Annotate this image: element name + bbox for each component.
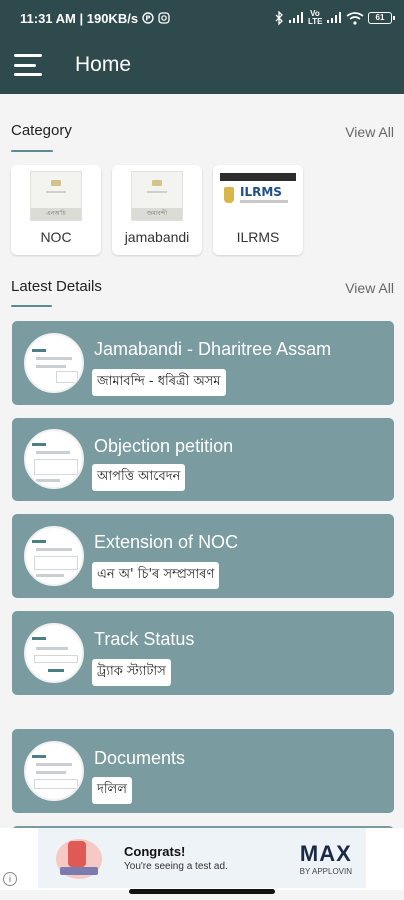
- card-title: Documents: [94, 748, 186, 768]
- instagram-icon: [158, 12, 170, 24]
- wifi-icon: [346, 11, 364, 25]
- category-view-all-button[interactable]: View All: [345, 122, 394, 140]
- svg-text:P: P: [145, 15, 150, 23]
- ad-subline: You're seeing a test ad.: [124, 861, 228, 872]
- category-list: এনঅ'চি NOC জমাবন্দী jamabandi ILRMS ILRM…: [11, 165, 303, 255]
- ilrms-logo: ILRMS: [220, 173, 296, 223]
- objection-thumbnail-icon: [24, 429, 84, 489]
- detail-card-track-status[interactable]: Track Status ট্ৰ্যাক স্ট্যাটাস: [12, 611, 394, 695]
- category-title: Category: [11, 122, 72, 139]
- card-title: Objection petition: [94, 436, 234, 456]
- card-subtitle: আপত্তি আবেদন: [92, 464, 186, 491]
- ad-headline: Congrats!: [124, 844, 186, 859]
- emblem-icon: [224, 187, 234, 203]
- card-subtitle: দলিল: [92, 777, 132, 804]
- card-title: Track Status: [94, 629, 195, 649]
- signal-icon: [288, 12, 304, 24]
- bluetooth-icon: [274, 11, 284, 25]
- noc-thumbnail: এনঅ'চি: [30, 171, 82, 221]
- latest-underline: [11, 305, 52, 307]
- latest-title: Latest Details: [11, 278, 102, 295]
- page-title: Home: [75, 53, 132, 76]
- category-card-ilrms[interactable]: ILRMS ILRMS: [213, 165, 303, 255]
- ad-text: Congrats! You're seeing a test ad.: [124, 844, 228, 872]
- documents-thumbnail-icon: [24, 741, 84, 801]
- category-label: ILRMS: [236, 229, 280, 245]
- category-underline: [11, 150, 53, 152]
- jamabandi-thumb-caption: জমাবন্দী: [132, 208, 182, 220]
- detail-card-extension-noc[interactable]: Extension of NOC এন অ' চি'ৰ সম্প্ৰসাৰণ: [12, 514, 394, 598]
- noc-thumb-caption: এনঅ'চি: [31, 208, 81, 220]
- ad-content[interactable]: Congrats! You're seeing a test ad. MAX B…: [38, 828, 366, 888]
- category-card-noc[interactable]: এনঅ'চি NOC: [11, 165, 101, 255]
- category-card-jamabandi[interactable]: জমাবন্দী jamabandi: [112, 165, 202, 255]
- status-time: 11:31 AM | 190KB/s: [20, 10, 139, 26]
- notification-icon: P: [142, 12, 154, 24]
- card-subtitle: এন অ' চি'ৰ সম্প্ৰসাৰণ: [92, 562, 220, 589]
- latest-view-all-button[interactable]: View All: [345, 278, 394, 296]
- category-label: jamabandi: [124, 229, 190, 245]
- category-header: Category View All: [11, 122, 394, 152]
- gesture-bar[interactable]: [129, 889, 275, 894]
- ad-brand-by: BY APPLOVIN: [299, 866, 352, 876]
- card-subtitle: ট্ৰ্যাক স্ট্যাটাস: [92, 659, 171, 686]
- card-title: Jamabandi - Dharitree Assam: [94, 339, 332, 359]
- app-bar: Home: [0, 36, 404, 94]
- thumbs-up-illustration: [50, 833, 112, 883]
- applovin-logo: MAX BY APPLOVIN: [300, 841, 352, 876]
- category-label: NOC: [40, 229, 72, 245]
- menu-icon[interactable]: [14, 54, 44, 76]
- ilrms-logo-text: ILRMS: [240, 185, 282, 199]
- status-bar: 11:31 AM | 190KB/s P Vo LTE 61: [0, 0, 404, 36]
- ad-info-icon[interactable]: i: [3, 872, 17, 886]
- track-status-thumbnail-icon: [24, 623, 84, 683]
- detail-card-documents[interactable]: Documents দলিল: [12, 729, 394, 813]
- detail-card-objection[interactable]: Objection petition আপত্তি আবেদন: [12, 418, 394, 501]
- ad-brand: MAX: [299, 840, 352, 866]
- ad-banner[interactable]: Congrats! You're seeing a test ad. MAX B…: [0, 828, 404, 890]
- card-title: Extension of NOC: [94, 532, 239, 552]
- latest-header: Latest Details View All: [11, 278, 394, 307]
- jamabandi-thumbnail: জমাবন্দী: [131, 171, 183, 221]
- detail-card-jamabandi[interactable]: Jamabandi - Dharitree Assam জামাবন্দি - …: [12, 321, 394, 405]
- signal-icon-2: [326, 12, 342, 24]
- jamabandi-thumbnail-icon: [24, 333, 84, 393]
- battery-icon: 61: [368, 12, 395, 24]
- volte-label: Vo LTE: [308, 9, 323, 26]
- card-subtitle: জামাবন্দি - ধৰিত্ৰী অসম: [92, 369, 226, 396]
- extension-thumbnail-icon: [24, 526, 84, 586]
